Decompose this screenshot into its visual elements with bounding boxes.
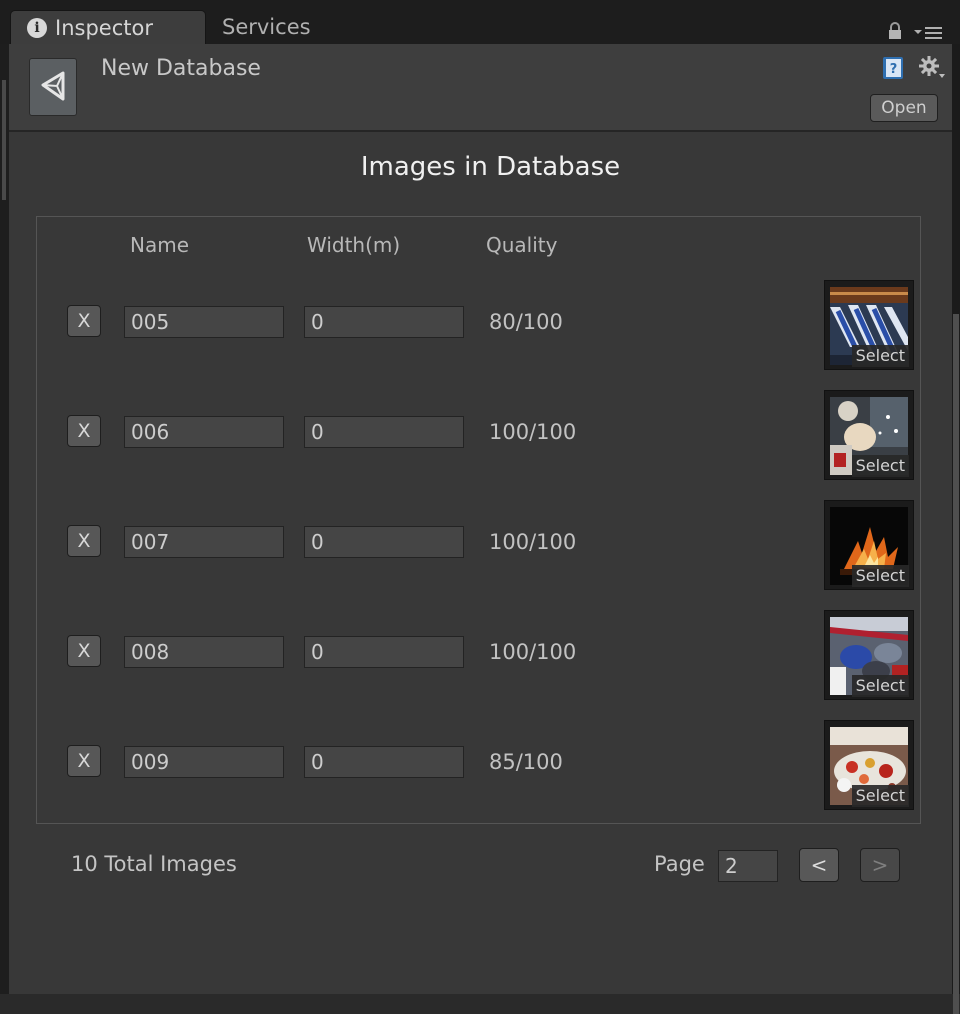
name-field[interactable]: 006	[124, 416, 284, 448]
panel-menu-icon[interactable]	[912, 24, 944, 40]
total-images-label: 10 Total Images	[71, 852, 237, 876]
remove-image-button[interactable]: X	[67, 415, 101, 447]
select-image-button[interactable]: Select	[851, 565, 909, 587]
left-edge	[0, 44, 9, 994]
column-header-quality: Quality	[486, 233, 558, 257]
tab-services[interactable]: Services	[222, 10, 311, 44]
select-image-button[interactable]: Select	[851, 345, 909, 367]
table-row: X 005 0 80/100 Select	[37, 280, 920, 370]
table-row: X 006 0 100/100 Select	[37, 390, 920, 480]
image-thumbnail-slot[interactable]: Select	[824, 500, 914, 590]
width-field[interactable]: 0	[304, 746, 464, 778]
image-thumbnail-slot[interactable]: Select	[824, 390, 914, 480]
quality-value: 100/100	[489, 420, 577, 444]
name-field[interactable]: 005	[124, 306, 284, 338]
name-field[interactable]: 009	[124, 746, 284, 778]
width-field[interactable]: 0	[304, 636, 464, 668]
help-book-icon[interactable]: ?	[881, 56, 905, 80]
select-image-button[interactable]: Select	[851, 675, 909, 697]
tab-inspector-label: Inspector	[55, 15, 153, 40]
page-number-field[interactable]: 2	[718, 850, 778, 882]
remove-image-button[interactable]: X	[67, 305, 101, 337]
table-row: X 009 0 85/100 Select	[37, 720, 920, 810]
tab-bar: i Inspector Services	[0, 0, 960, 44]
column-header-name: Name	[130, 233, 190, 257]
quality-value: 85/100	[489, 750, 563, 774]
image-thumbnail-slot[interactable]: Select	[824, 280, 914, 370]
image-thumbnail-slot[interactable]: Select	[824, 610, 914, 700]
name-field[interactable]: 008	[124, 636, 284, 668]
scrollbar-thumb[interactable]	[953, 314, 959, 1014]
unity-logo-icon	[29, 58, 77, 116]
image-table: Name Width(m) Quality X 005 0 80/100 Sel…	[36, 216, 921, 824]
scrollbar[interactable]	[952, 44, 960, 1014]
lock-icon[interactable]	[886, 22, 904, 40]
info-icon: i	[27, 17, 47, 38]
inspector-header: New Database ? Open	[9, 44, 952, 132]
svg-text:?: ?	[890, 62, 898, 77]
quality-value: 80/100	[489, 310, 563, 334]
gear-icon[interactable]	[917, 54, 947, 82]
quality-value: 100/100	[489, 640, 577, 664]
remove-image-button[interactable]: X	[67, 635, 101, 667]
quality-value: 100/100	[489, 530, 577, 554]
remove-image-button[interactable]: X	[67, 745, 101, 777]
previous-page-button[interactable]: <	[799, 848, 839, 882]
asset-title: New Database	[101, 56, 261, 81]
image-thumbnail-slot[interactable]: Select	[824, 720, 914, 810]
open-button[interactable]: Open	[870, 94, 938, 122]
remove-image-button[interactable]: X	[67, 525, 101, 557]
table-row: X 007 0 100/100 Select	[37, 500, 920, 590]
section-title: Images in Database	[360, 152, 621, 182]
select-image-button[interactable]: Select	[851, 785, 909, 807]
inspector-panel: New Database ? Open Images in Database N…	[9, 44, 952, 994]
tab-inspector[interactable]: i Inspector	[10, 10, 206, 44]
width-field[interactable]: 0	[304, 306, 464, 338]
column-header-width: Width(m)	[307, 233, 401, 257]
select-image-button[interactable]: Select	[851, 455, 909, 477]
next-page-button[interactable]: >	[860, 848, 900, 882]
page-label: Page	[654, 852, 705, 876]
name-field[interactable]: 007	[124, 526, 284, 558]
tab-services-label: Services	[222, 15, 311, 39]
width-field[interactable]: 0	[304, 416, 464, 448]
width-field[interactable]: 0	[304, 526, 464, 558]
table-row: X 008 0 100/100 Select	[37, 610, 920, 700]
